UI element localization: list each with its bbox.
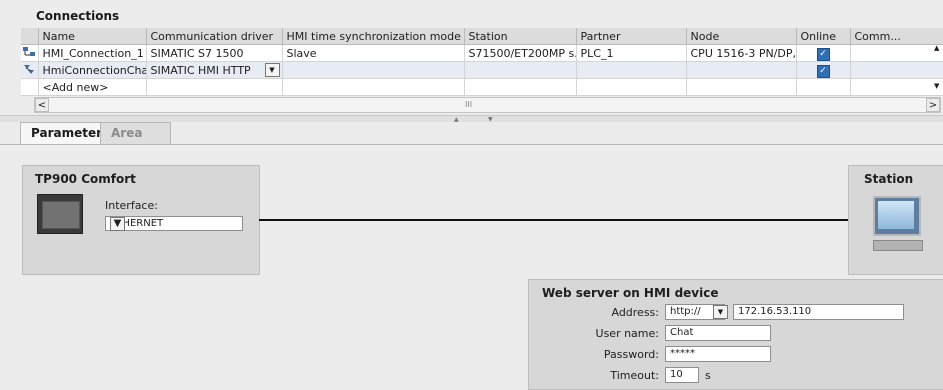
timeout-input[interactable]: 10 xyxy=(665,367,699,383)
hmi-panel-icon xyxy=(37,194,83,234)
online-checkbox[interactable]: ✓ xyxy=(816,64,830,78)
password-label: Password: xyxy=(603,348,659,361)
cell-comm[interactable] xyxy=(850,44,943,62)
chevron-down-icon[interactable]: ▼ xyxy=(713,305,728,319)
driver-value: SIMATIC HMI HTTP xyxy=(150,63,251,77)
username-label: User name: xyxy=(595,327,659,340)
timeout-label: Timeout: xyxy=(610,369,659,382)
cell-comm[interactable] xyxy=(850,61,943,79)
scroll-left-button[interactable]: < xyxy=(35,98,49,112)
scroll-right-button[interactable]: > xyxy=(926,98,940,112)
interface-select[interactable]: ETHERNET ▼ xyxy=(105,216,243,231)
cell-node[interactable] xyxy=(686,61,797,79)
online-checkbox[interactable]: ✓ xyxy=(816,47,830,61)
keyboard-icon xyxy=(873,240,923,251)
vertical-scrollbar[interactable]: ▲ ▼ xyxy=(934,44,943,96)
web-server-title: Web server on HMI device xyxy=(542,286,719,300)
cell-partner[interactable]: PLC_1 xyxy=(576,44,687,62)
scroll-grip[interactable]: III xyxy=(465,100,472,109)
cell-station[interactable] xyxy=(464,61,577,79)
column-header-online[interactable]: Online xyxy=(796,28,851,45)
cell-name[interactable]: HmiConnectionChat xyxy=(38,61,147,79)
station-title: Station xyxy=(864,172,914,186)
collapse-up-icon[interactable]: ▲ xyxy=(454,116,459,123)
add-new-cell[interactable]: <Add new> xyxy=(38,78,147,96)
table-header-row: Name Communication driver HMI time synch… xyxy=(21,28,943,45)
timeout-unit: s xyxy=(705,369,711,382)
column-header-station[interactable]: Station xyxy=(464,28,577,45)
cell-online[interactable]: ✓ xyxy=(796,61,851,79)
collapse-down-icon[interactable]: ▼ xyxy=(488,116,493,123)
cell-sync[interactable]: Slave xyxy=(282,44,465,62)
hmi-chat-connection-icon xyxy=(21,61,39,79)
scroll-up-icon[interactable]: ▲ xyxy=(934,44,943,53)
station-box[interactable]: Station xyxy=(848,165,943,275)
horizontal-scrollbar[interactable]: < III > xyxy=(34,97,941,113)
table-row[interactable]: HMI_Connection_1 SIMATIC S7 1500 Slave S… xyxy=(21,44,943,62)
connections-table: Name Communication driver HMI time synch… xyxy=(21,28,943,96)
table-row[interactable]: HmiConnectionChat SIMATIC HMI HTTP ▼ ✓ xyxy=(21,61,943,79)
cell-name[interactable]: HMI_Connection_1 xyxy=(38,44,147,62)
pc-monitor-icon xyxy=(873,196,921,236)
column-header-node[interactable]: Node xyxy=(686,28,797,45)
cell-driver[interactable]: SIMATIC S7 1500 xyxy=(146,44,283,62)
address-input[interactable]: 172.16.53.110 xyxy=(733,304,904,320)
device-title: TP900 Comfort xyxy=(35,172,136,186)
cell-partner[interactable] xyxy=(576,61,687,79)
cell-station[interactable]: S71500/ET200MP s... xyxy=(464,44,577,62)
scroll-down-icon[interactable]: ▼ xyxy=(934,82,939,91)
interface-label: Interface: xyxy=(105,199,158,212)
chevron-down-icon[interactable]: ▼ xyxy=(110,217,125,231)
row-icon-header xyxy=(21,28,39,45)
column-header-driver[interactable]: Communication driver xyxy=(146,28,283,45)
column-header-partner[interactable]: Partner xyxy=(576,28,687,45)
cell-driver[interactable]: SIMATIC HMI HTTP ▼ xyxy=(146,61,283,79)
parameter-panel: TP900 Comfort Interface: ETHERNET ▼ Stat… xyxy=(0,144,943,390)
password-input[interactable]: ***** xyxy=(665,346,771,362)
add-new-row[interactable]: <Add new> xyxy=(21,78,943,96)
protocol-value: http:// xyxy=(670,306,701,317)
column-header-name[interactable]: Name xyxy=(38,28,147,45)
address-label: Address: xyxy=(611,306,659,319)
chevron-down-icon[interactable]: ▼ xyxy=(264,63,280,77)
cell-node[interactable]: CPU 1516-3 PN/DP,... xyxy=(686,44,797,62)
column-header-comm[interactable]: Comm... xyxy=(850,28,943,45)
hmi-connection-icon xyxy=(21,44,39,62)
tab-area-pointer[interactable]: Area pointer xyxy=(100,122,172,161)
column-header-sync[interactable]: HMI time synchronization mode xyxy=(282,28,465,45)
hmi-device-box[interactable]: TP900 Comfort Interface: ETHERNET ▼ xyxy=(22,165,260,275)
network-connection-line xyxy=(259,219,848,221)
pane-splitter[interactable]: ▲ ▼ xyxy=(0,115,943,123)
cell-online[interactable]: ✓ xyxy=(796,44,851,62)
cell-sync[interactable] xyxy=(282,61,465,79)
username-input[interactable]: Chat xyxy=(665,325,771,341)
connections-title: Connections xyxy=(36,9,120,23)
web-server-box: Web server on HMI device Address: http:/… xyxy=(528,279,943,390)
